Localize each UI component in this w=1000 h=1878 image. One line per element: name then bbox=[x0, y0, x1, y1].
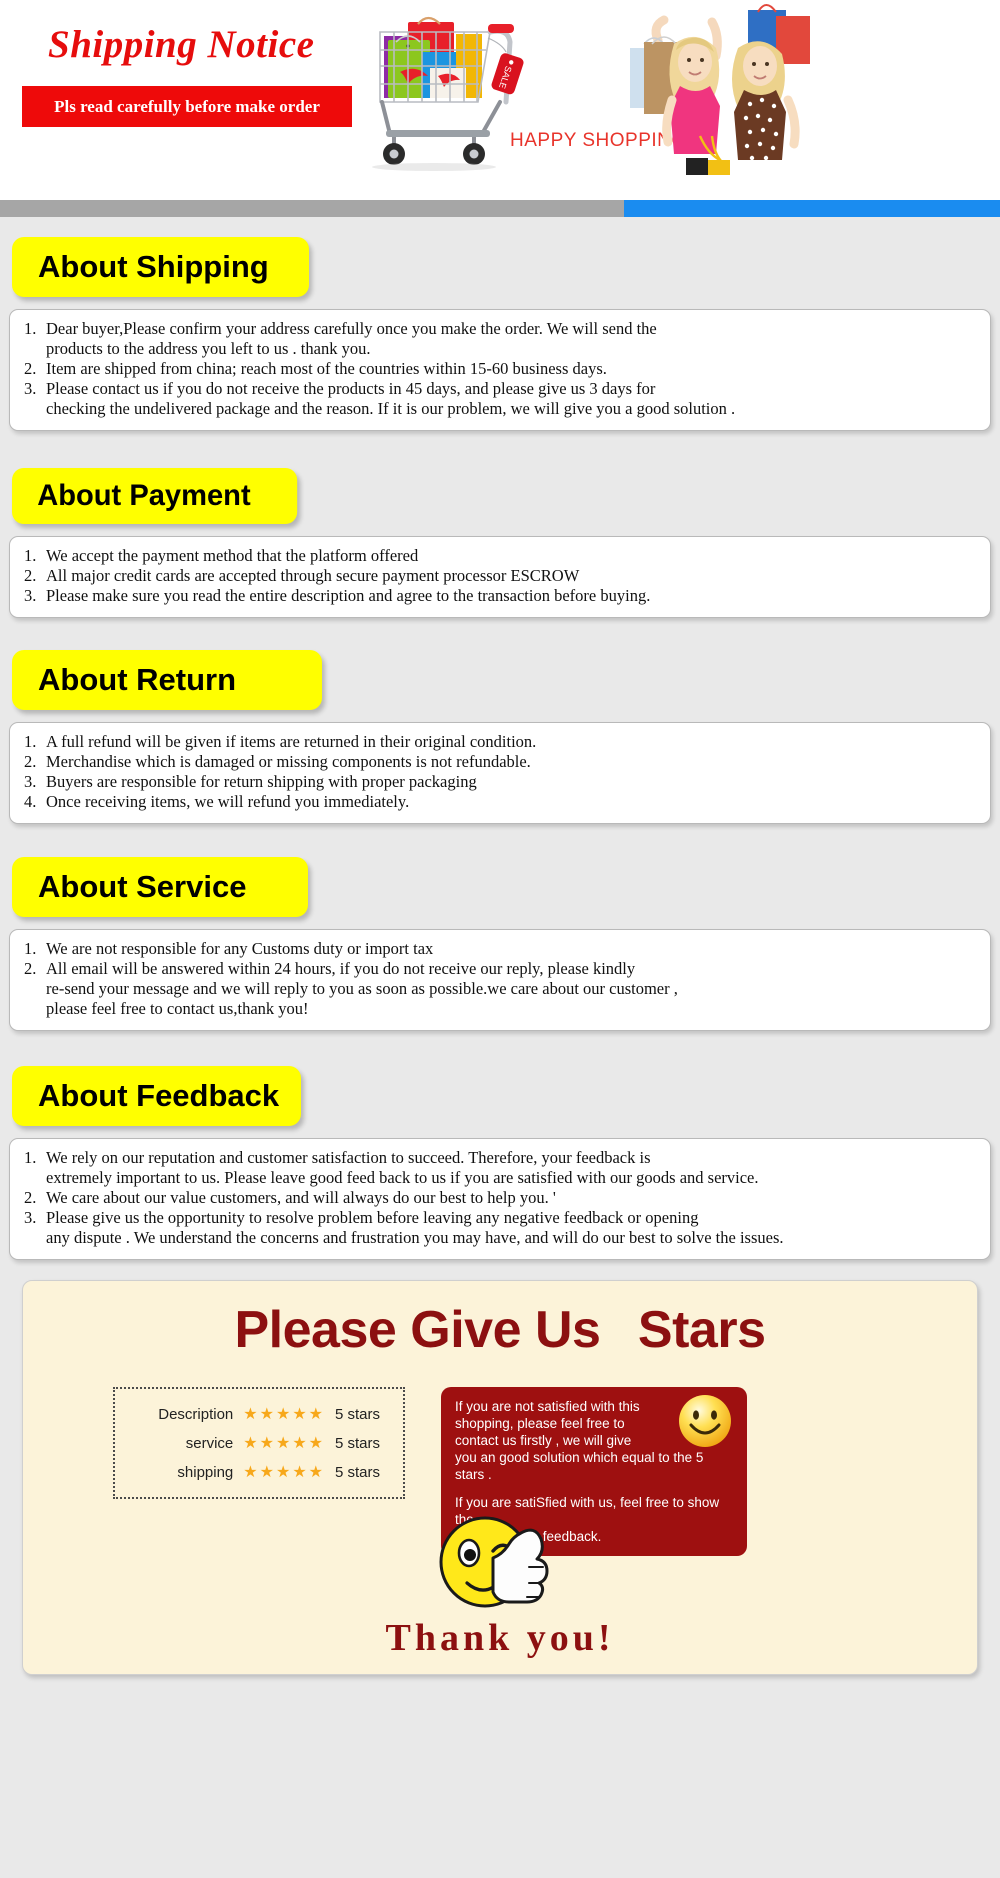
footer-strip bbox=[0, 1864, 1000, 1878]
section-shipping: About Shipping Dear buyer,Please confirm… bbox=[0, 217, 1000, 431]
list-item: Item are shipped from china; reach most … bbox=[24, 359, 607, 379]
section-feedback: About Feedback We rely on our reputation… bbox=[0, 1031, 1000, 1260]
rating-value: 5 stars bbox=[335, 1434, 381, 1452]
list-item: Please make sure you read the entire des… bbox=[24, 586, 651, 606]
list-item: All major credit cards are accepted thro… bbox=[24, 566, 580, 586]
header-banner: Shipping Notice Pls read carefully befor… bbox=[0, 0, 1000, 200]
section-service: About Service We are not responsible for… bbox=[0, 824, 1000, 1031]
rating-label: Description bbox=[158, 1405, 234, 1423]
thank-you-text: Thank you! bbox=[385, 1617, 615, 1659]
five-star-icon: ★★★★★ bbox=[243, 1464, 325, 1481]
list-item: Once receiving items, we will refund you… bbox=[24, 792, 410, 812]
list-item: A full refund will be given if items are… bbox=[24, 732, 537, 752]
list-item: Please give us the opportunity to resolv… bbox=[24, 1208, 784, 1247]
divider-blue-segment bbox=[624, 200, 1000, 217]
smiley-face-icon bbox=[677, 1393, 733, 1449]
list-item: Please contact us if you do not receive … bbox=[24, 379, 736, 418]
section-heading-return: About Return bbox=[12, 650, 323, 710]
panel-feedback: We rely on our reputation and customer s… bbox=[9, 1138, 991, 1260]
list-item: Merchandise which is damaged or missing … bbox=[24, 752, 531, 772]
panel-return: A full refund will be given if items are… bbox=[9, 722, 991, 824]
list-item: Dear buyer,Please confirm your address c… bbox=[24, 319, 657, 358]
list-item: We accept the payment method that the pl… bbox=[24, 546, 419, 566]
rating-row-description: Description ★★★★★ 5 stars bbox=[127, 1404, 391, 1424]
rating-row-shipping: shipping ★★★★★ 5 stars bbox=[127, 1462, 391, 1482]
rating-label: service bbox=[185, 1434, 234, 1452]
panel-payment: We accept the payment method that the pl… bbox=[9, 536, 991, 618]
section-heading-payment: About Payment bbox=[12, 468, 298, 524]
list-item: We rely on our reputation and customer s… bbox=[24, 1148, 759, 1187]
five-star-icon: ★★★★★ bbox=[243, 1406, 325, 1423]
shoppers-photo bbox=[600, 0, 860, 176]
notice-subtitle-text: Pls read carefully before make order bbox=[54, 97, 320, 116]
five-star-icon: ★★★★★ bbox=[243, 1435, 325, 1452]
rating-row-service: service ★★★★★ 5 stars bbox=[127, 1433, 391, 1453]
rating-value: 5 stars bbox=[335, 1405, 381, 1423]
thank-you-block: Thank you! bbox=[23, 1507, 977, 1660]
winking-thumbs-up-icon bbox=[23, 1507, 977, 1620]
panel-service: We are not responsible for any Customs d… bbox=[9, 929, 991, 1031]
headline-text-before: Please Give Us bbox=[234, 1301, 601, 1359]
section-heading-shipping: About Shipping bbox=[12, 237, 309, 297]
section-heading-feedback: About Feedback bbox=[12, 1066, 302, 1126]
color-divider bbox=[0, 200, 1000, 217]
section-return: About Return A full refund will be given… bbox=[0, 618, 1000, 824]
notice-subtitle-bar: Pls read carefully before make order bbox=[22, 86, 352, 127]
notice-content: About Shipping Dear buyer,Please confirm… bbox=[0, 217, 1000, 1675]
page-title: Shipping Notice bbox=[48, 23, 315, 66]
five-stars-headline: Please Give Us5Stars bbox=[234, 1292, 766, 1368]
rating-value: 5 stars bbox=[335, 1463, 381, 1481]
list-item: Buyers are responsible for return shippi… bbox=[24, 772, 477, 792]
rating-label: shipping bbox=[177, 1463, 234, 1481]
section-payment: About Payment We accept the payment meth… bbox=[0, 431, 1000, 618]
divider-gray-segment bbox=[0, 200, 624, 217]
list-item: We are not responsible for any Customs d… bbox=[24, 939, 434, 959]
panel-shipping: Dear buyer,Please confirm your address c… bbox=[9, 309, 991, 431]
section-heading-service: About Service bbox=[12, 857, 309, 917]
five-stars-panel: Please Give Us5Stars Description ★★★★★ 5… bbox=[22, 1280, 978, 1675]
list-item: We care about our value customers, and w… bbox=[24, 1188, 556, 1208]
headline-text-after: Stars bbox=[637, 1301, 766, 1359]
list-item: All email will be answered within 24 hou… bbox=[24, 959, 678, 1018]
ratings-box: Description ★★★★★ 5 stars service ★★★★★ … bbox=[113, 1387, 405, 1499]
